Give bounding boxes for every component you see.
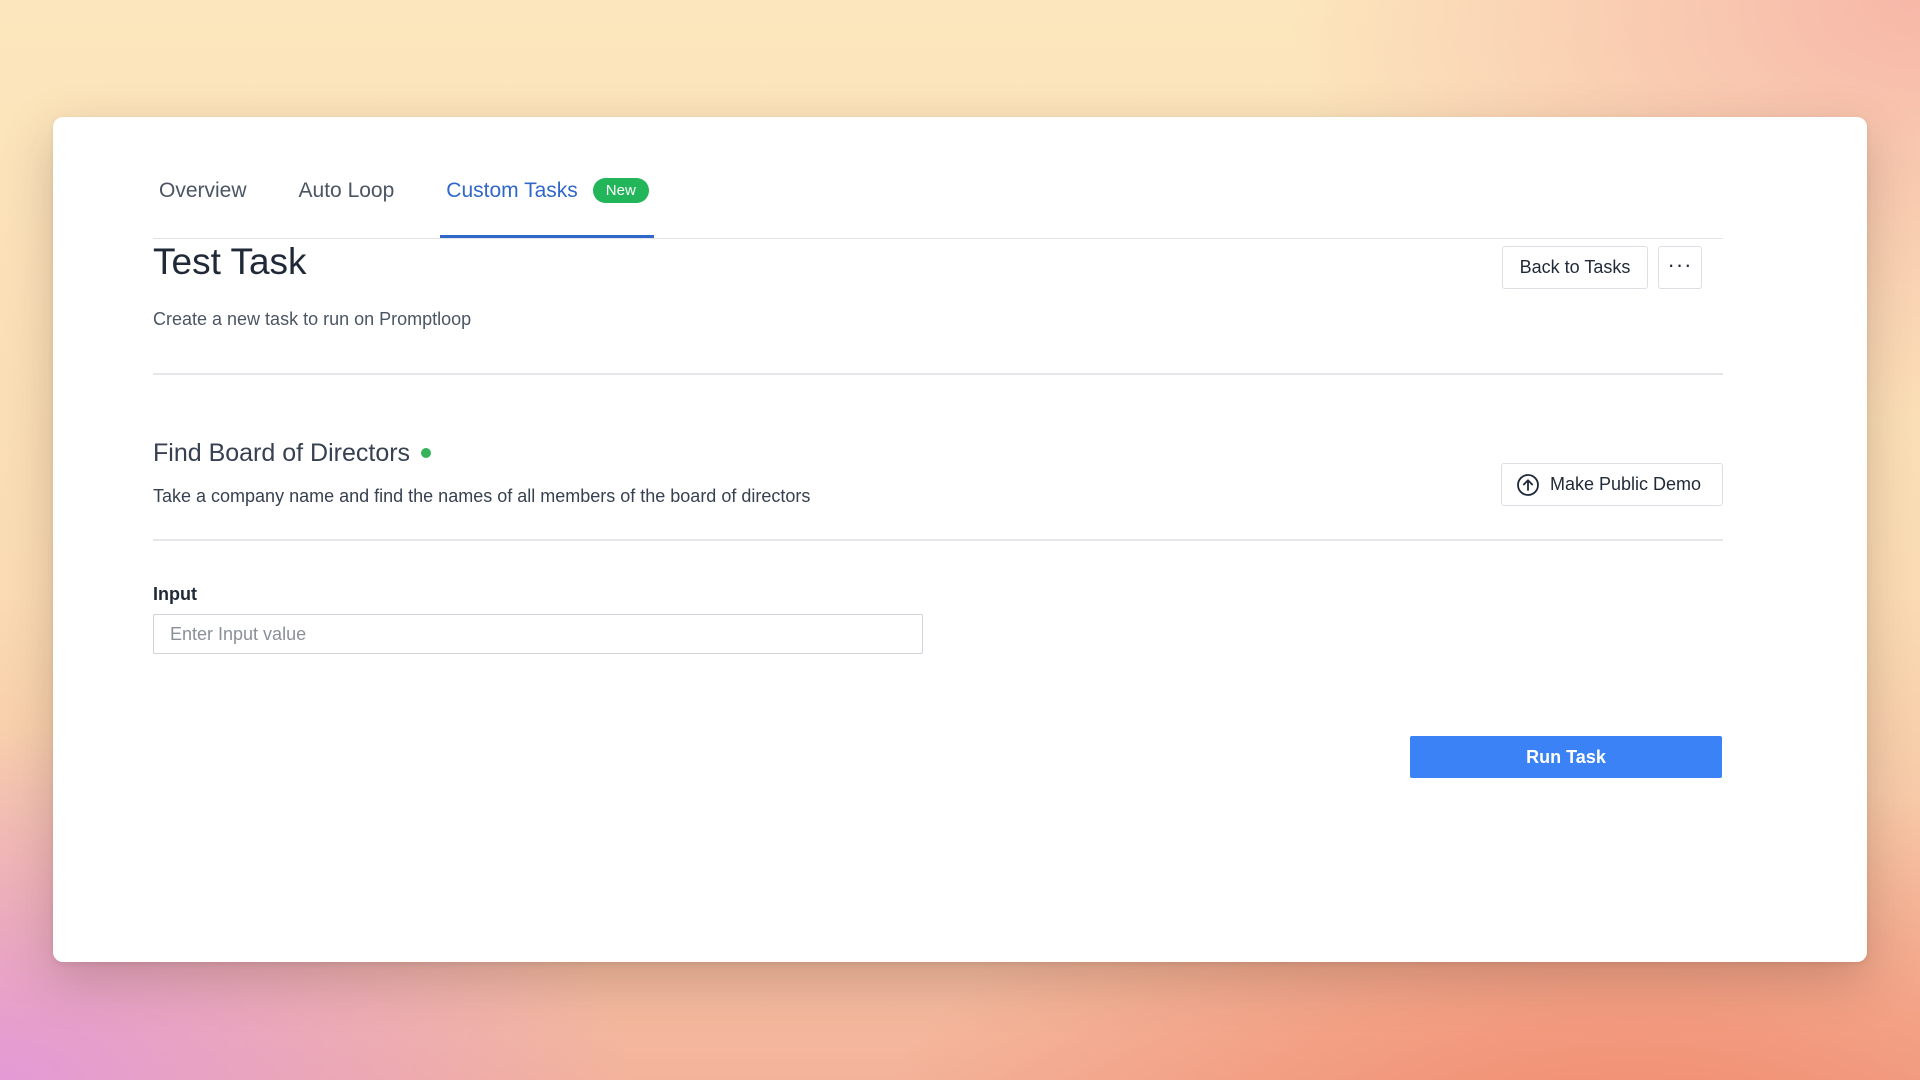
arrow-up-circle-icon	[1516, 473, 1540, 497]
new-badge: New	[592, 178, 649, 203]
status-dot	[421, 447, 432, 458]
tab-label: Overview	[159, 179, 247, 202]
app-window: Overview Auto Loop Custom Tasks New Test…	[53, 117, 1867, 962]
task-description: Take a company name and find the names o…	[153, 486, 811, 506]
page-subtitle: Create a new task to run on Promptloop	[153, 309, 472, 329]
page-title: Test Task	[153, 241, 307, 282]
tab-label: Custom Tasks	[446, 179, 578, 202]
tab-custom-tasks[interactable]: Custom Tasks New	[440, 157, 654, 238]
tab-auto-loop[interactable]: Auto Loop	[293, 157, 401, 237]
run-task-button[interactable]: Run Task	[1410, 736, 1722, 778]
header-divider	[153, 373, 1723, 375]
tab-bar: Overview Auto Loop Custom Tasks New	[153, 157, 1723, 239]
tab-overview[interactable]: Overview	[153, 157, 253, 237]
tab-label: Auto Loop	[298, 179, 395, 202]
make-public-demo-label: Make Public Demo	[1550, 474, 1702, 494]
make-public-demo-button[interactable]: Make Public Demo	[1501, 463, 1723, 506]
task-name: Find Board of Directors	[153, 439, 411, 467]
back-to-tasks-button[interactable]: Back to Tasks	[1502, 246, 1648, 289]
task-title: Find Board of Directors	[153, 439, 432, 468]
input-field[interactable]	[153, 614, 923, 654]
input-label: Input	[153, 584, 197, 604]
task-divider	[153, 539, 1723, 541]
more-options-button[interactable]: ···	[1658, 246, 1702, 289]
